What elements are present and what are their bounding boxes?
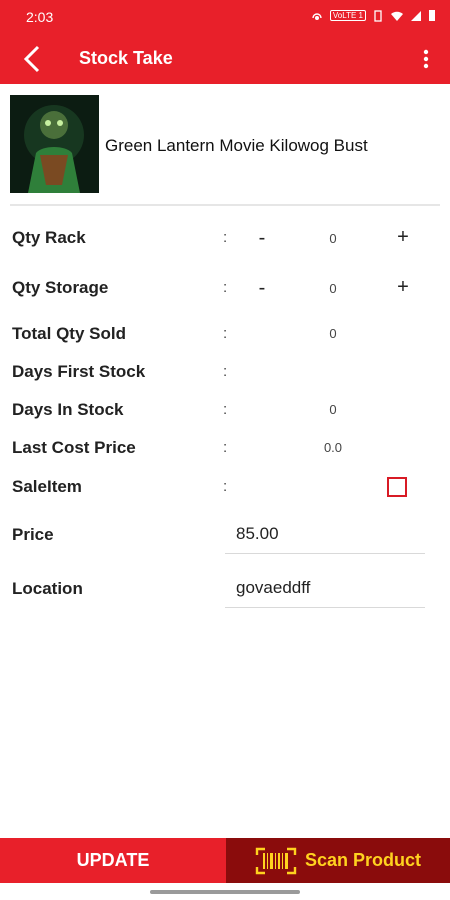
bottom-action-bar: UPDATE Scan Product <box>0 838 450 883</box>
qty-rack-colon: : <box>223 229 228 246</box>
more-options-icon[interactable] <box>416 45 436 73</box>
vibrate-icon <box>374 9 382 22</box>
qty-rack-label: Qty Rack <box>12 228 86 247</box>
sale-item-label: SaleItem <box>12 477 82 496</box>
divider <box>10 204 440 206</box>
product-image <box>10 95 99 193</box>
qty-rack-value: 0 <box>329 231 337 246</box>
last-cost-price-colon: : <box>223 439 228 456</box>
signal-icon <box>411 10 421 21</box>
hotspot-icon <box>312 12 322 20</box>
total-qty-sold-label: Total Qty Sold <box>12 324 126 343</box>
app-bar: Stock Take <box>0 34 450 84</box>
qty-storage-colon: : <box>223 279 228 296</box>
back-arrow-icon[interactable] <box>18 44 48 74</box>
product-name: Green Lantern Movie Kilowog Bust <box>105 136 368 155</box>
days-in-stock-value: 0 <box>329 402 337 417</box>
qty-storage-plus-button[interactable]: + <box>393 276 413 299</box>
update-button[interactable]: UPDATE <box>0 838 226 883</box>
qty-storage-value: 0 <box>329 281 337 296</box>
volte-badge: VoLTE 1 <box>329 10 366 21</box>
location-field[interactable]: govaeddff <box>225 567 425 608</box>
sale-item-colon: : <box>223 478 228 495</box>
days-in-stock-colon: : <box>223 401 228 418</box>
location-value: govaeddff <box>236 578 311 597</box>
status-time: 2:03 <box>26 9 54 25</box>
qty-storage-label: Qty Storage <box>12 278 109 297</box>
days-first-stock-label: Days First Stock <box>12 362 146 381</box>
qty-rack-minus-button[interactable]: - <box>252 227 272 250</box>
wifi-icon <box>391 11 403 21</box>
status-bar: 2:03 VoLTE 1 <box>0 0 450 34</box>
battery-icon <box>429 10 435 21</box>
qty-rack-plus-button[interactable]: + <box>393 226 413 249</box>
price-field[interactable]: 85.00 <box>225 513 425 554</box>
qty-storage-minus-button[interactable]: - <box>252 277 272 300</box>
gesture-nav-bar[interactable] <box>150 890 300 894</box>
page-title: Stock Take <box>79 48 173 68</box>
last-cost-price-value: 0.0 <box>323 440 343 455</box>
location-label: Location <box>12 579 83 598</box>
product-header: Green Lantern Movie Kilowog Bust <box>10 95 440 195</box>
days-first-stock-colon: : <box>223 363 228 380</box>
total-qty-sold-colon: : <box>223 325 228 342</box>
scan-product-label: Scan Product <box>304 850 422 870</box>
days-in-stock-label: Days In Stock <box>12 400 124 419</box>
price-value: 85.00 <box>236 524 279 543</box>
barcode-scan-icon <box>255 847 297 874</box>
status-icons: VoLTE 1 <box>310 9 436 22</box>
total-qty-sold-value: 0 <box>329 326 337 341</box>
last-cost-price-label: Last Cost Price <box>12 438 136 457</box>
price-label: Price <box>12 525 54 544</box>
scan-product-button[interactable]: Scan Product <box>226 838 450 883</box>
sale-item-checkbox[interactable] <box>387 477 407 497</box>
update-label: UPDATE <box>76 850 150 870</box>
